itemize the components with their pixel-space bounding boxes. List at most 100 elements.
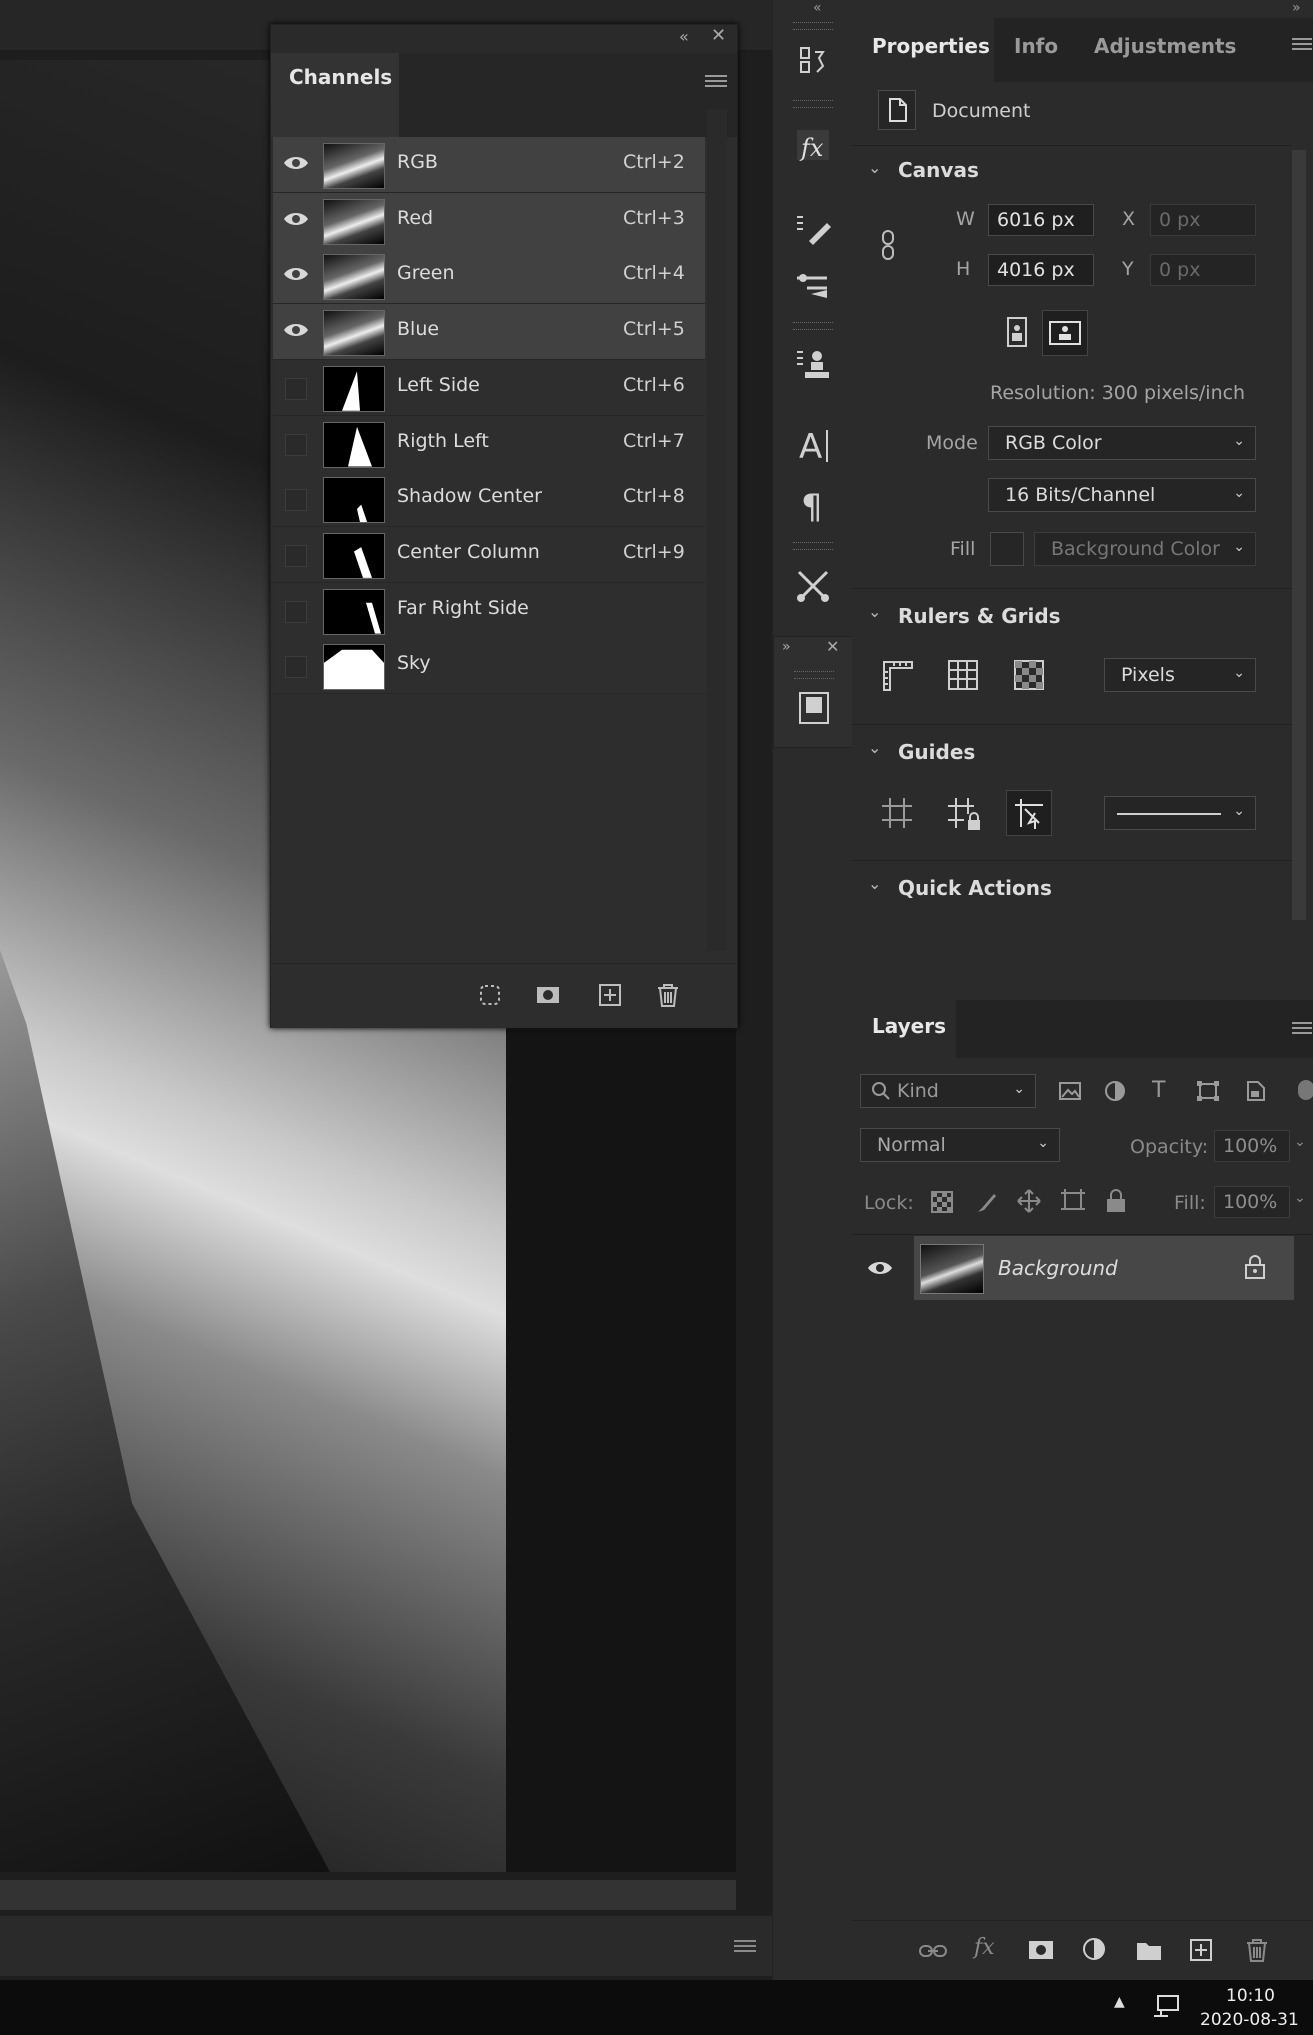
channel-row-sky[interactable]: Sky [273,638,705,695]
adjustment-layer-filter-icon[interactable] [1104,1080,1128,1106]
eye-icon[interactable] [283,209,309,229]
chevron-down-icon[interactable]: ⌄ [868,158,881,177]
delete-channel-icon[interactable] [655,982,681,1008]
visibility-toggle[interactable] [285,489,307,512]
new-adjustment-layer-icon[interactable] [1082,1937,1108,1967]
ruler-icon[interactable] [874,652,920,698]
status-menu-icon[interactable] [734,1938,756,1952]
chevron-down-icon[interactable]: ⌄ [868,874,881,893]
channel-row-rigth-left[interactable]: Rigth Left Ctrl+7 [273,415,705,472]
channel-row-center-column[interactable]: Center Column Ctrl+9 [273,526,705,583]
expand-dock-icon[interactable]: » [782,639,791,655]
clone-source-icon[interactable] [787,340,839,390]
channels-scrollbar[interactable] [707,109,727,951]
clock-time[interactable]: 10:10 [1226,1986,1275,2006]
strip-grip[interactable] [793,322,833,330]
grid-icon[interactable] [940,652,986,698]
history-icon[interactable] [787,38,839,88]
horizontal-scrollbar[interactable] [0,1880,736,1910]
filter-toggle[interactable] [1298,1080,1313,1100]
units-dropdown[interactable]: Pixels ⌄ [1104,658,1256,692]
delete-layer-icon[interactable] [1244,1937,1270,1967]
new-layer-icon[interactable] [1188,1937,1214,1967]
strip-grip[interactable] [794,671,834,679]
lock-artboard-icon[interactable] [1060,1188,1086,1218]
channel-row-shadow-center[interactable]: Shadow Center Ctrl+8 [273,471,705,528]
close-icon[interactable]: ✕ [826,637,839,656]
visibility-toggle[interactable] [285,433,307,456]
canvas-section-title[interactable]: Canvas [898,158,979,182]
lock-guides-icon[interactable] [940,790,986,836]
brush-settings-icon[interactable] [787,205,839,255]
layer-name[interactable]: Background [998,1256,1118,1280]
quick-actions-section-title[interactable]: Quick Actions [898,876,1052,900]
visibility-toggle[interactable] [285,377,307,400]
x-field[interactable]: 0 px [1150,204,1256,236]
bit-depth-dropdown[interactable]: 16 Bits/Channel ⌄ [988,478,1256,512]
blend-mode-dropdown[interactable]: Normal ⌄ [860,1128,1060,1162]
link-layers-icon[interactable] [918,1941,948,1965]
y-field[interactable]: 0 px [1150,254,1256,286]
pixel-grid-icon[interactable] [1006,652,1052,698]
load-selection-icon[interactable] [477,982,503,1008]
properties-scrollbar[interactable] [1292,150,1306,920]
opacity-field[interactable]: 100% [1214,1130,1290,1162]
strip-grip[interactable] [793,100,833,108]
fill-field[interactable]: 100% [1214,1186,1290,1218]
eye-icon[interactable] [283,320,309,340]
eye-icon[interactable] [283,264,309,284]
channels-panel-titlebar[interactable]: « ✕ [271,25,737,53]
fill-color-swatch[interactable] [990,532,1024,566]
add-mask-icon[interactable] [1028,1939,1054,1965]
visibility-toggle[interactable] [285,600,307,623]
expand-panels-icon[interactable]: » [1292,0,1301,16]
paragraph-panel-icon[interactable]: ¶ [787,478,839,528]
clock-date[interactable]: 2020-08-31 [1200,2010,1299,2030]
fill-dropdown[interactable]: Background Color ⌄ [1034,532,1256,566]
tool-presets-icon[interactable] [787,560,839,610]
character-panel-icon[interactable]: A [787,420,839,470]
new-channel-icon[interactable] [597,982,623,1008]
mode-dropdown[interactable]: RGB Color ⌄ [988,426,1256,460]
show-hidden-icons-icon[interactable]: ▲ [1114,1994,1125,2010]
type-layer-filter-icon[interactable]: T [1152,1078,1165,1103]
smart-object-filter-icon[interactable] [1244,1080,1268,1106]
new-group-icon[interactable] [1136,1939,1162,1965]
portrait-orientation-icon[interactable] [994,310,1040,356]
chevron-down-icon[interactable]: ⌄ [1294,1134,1306,1150]
lock-transparent-pixels-icon[interactable] [930,1190,954,1218]
lock-image-pixels-icon[interactable] [974,1190,998,1218]
layer-kind-filter[interactable]: Kind ⌄ [860,1074,1036,1108]
chevron-down-icon[interactable]: ⌄ [868,738,881,757]
channel-row-far-right-side[interactable]: Far Right Side [273,582,705,639]
width-field[interactable]: 6016 px [988,204,1094,236]
shape-layer-filter-icon[interactable] [1196,1080,1220,1106]
landscape-orientation-icon[interactable] [1042,310,1088,356]
tab-info[interactable]: Info [1014,34,1058,58]
lock-all-icon[interactable] [1104,1188,1128,1218]
channel-row-rgb[interactable]: RGB Ctrl+2 [273,137,705,193]
panel-menu-icon[interactable] [1292,1020,1312,1039]
layer-style-fx-icon[interactable]: fx [974,1935,995,1960]
guides-icon[interactable] [874,790,920,836]
libraries-icon[interactable] [788,683,840,733]
channel-row-red[interactable]: Red Ctrl+3 [273,192,705,249]
guide-style-dropdown[interactable]: ⌄ [1104,796,1256,830]
smart-guides-icon[interactable] [1006,790,1052,836]
collapse-strip-icon[interactable]: « [813,0,822,16]
eye-icon[interactable] [283,153,309,173]
panel-menu-icon[interactable] [705,73,727,93]
layer-row-background[interactable]: Background [914,1236,1294,1300]
channel-row-blue[interactable]: Blue Ctrl+5 [273,304,705,361]
channel-row-left-side[interactable]: Left Side Ctrl+6 [273,359,705,416]
strip-grip[interactable] [793,542,833,550]
styles-fx-icon[interactable]: fx [787,120,839,170]
chevron-down-icon[interactable]: ⌄ [1294,1190,1306,1206]
brush-presets-icon[interactable] [787,260,839,310]
close-icon[interactable]: ✕ [711,25,726,46]
chevron-down-icon[interactable]: ⌄ [868,602,881,621]
panel-menu-icon[interactable] [1292,36,1312,55]
strip-grip[interactable] [793,22,833,30]
height-field[interactable]: 4016 px [988,254,1094,286]
channel-row-green[interactable]: Green Ctrl+4 [273,248,705,305]
